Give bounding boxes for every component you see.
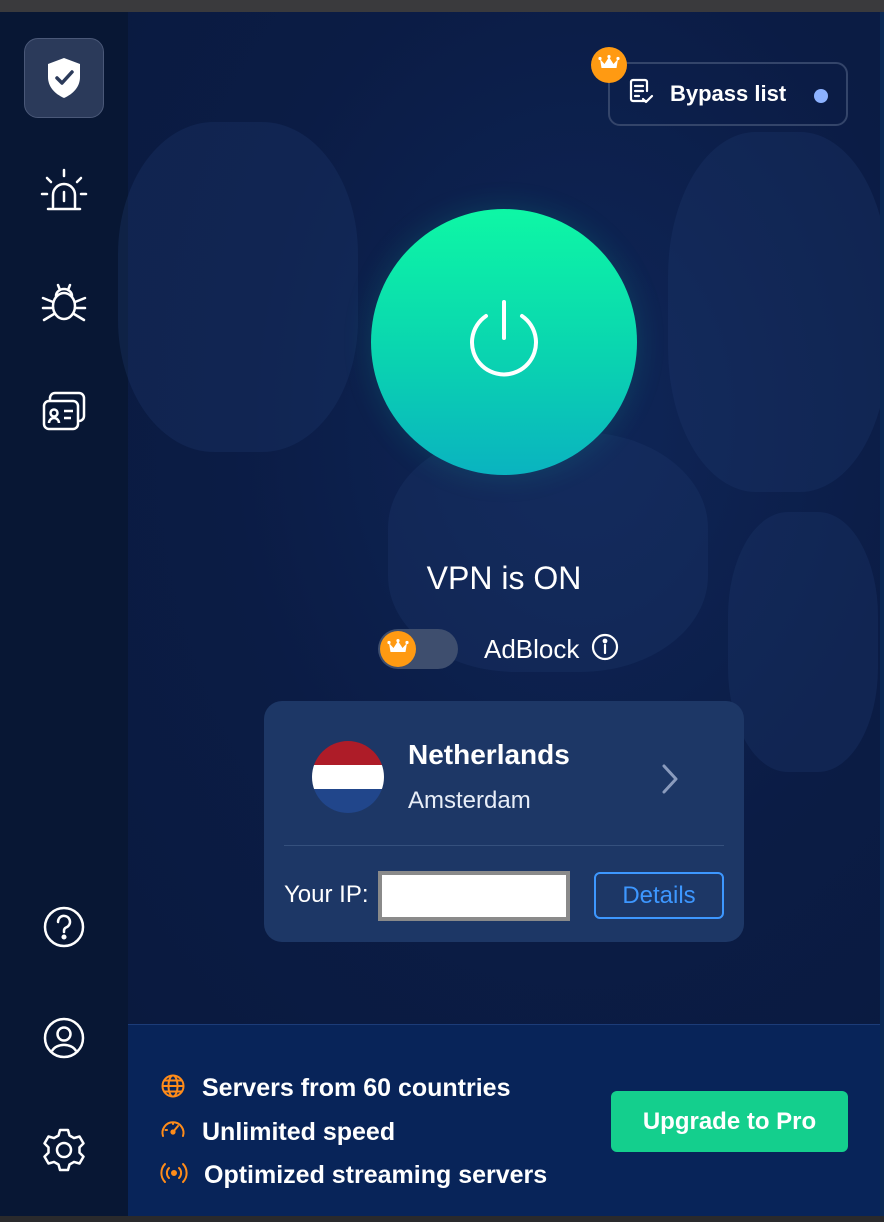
feature-text: Unlimited speed — [202, 1118, 396, 1146]
settings-icon — [40, 1126, 88, 1174]
vpn-extension-popup: Bypass list VPN is ON AdBlock Netherland… — [0, 12, 880, 1216]
adblock-toggle[interactable] — [378, 629, 458, 669]
world-map-background — [118, 122, 358, 452]
upgrade-promo-panel: Servers from 60 countries Unlimited spee… — [128, 1024, 880, 1216]
id-card-icon — [40, 389, 88, 435]
adblock-toggle-knob — [380, 631, 416, 667]
details-button[interactable]: Details — [594, 872, 724, 919]
sidebar-help-button[interactable] — [24, 887, 104, 967]
location-city: Amsterdam — [408, 787, 531, 814]
feature-text: Servers from 60 countries — [202, 1074, 511, 1102]
globe-icon — [160, 1073, 186, 1104]
alarm-icon — [39, 167, 89, 217]
feature-text: Optimized streaming servers — [204, 1161, 548, 1189]
world-map-background — [728, 512, 878, 772]
sidebar-item-malware[interactable] — [24, 263, 104, 343]
power-icon — [464, 298, 544, 387]
sidebar-settings-button[interactable] — [24, 1110, 104, 1190]
shield-check-icon — [45, 56, 83, 100]
ip-value-field — [378, 871, 570, 921]
bypass-list-button[interactable]: Bypass list — [608, 62, 848, 126]
feature-item: Unlimited speed — [160, 1117, 395, 1148]
window-edge — [880, 12, 884, 1216]
help-icon — [42, 905, 86, 949]
list-check-icon — [626, 77, 656, 112]
sidebar — [0, 12, 128, 1216]
bypass-list-label: Bypass list — [670, 81, 787, 106]
sidebar-item-alerts[interactable] — [24, 152, 104, 232]
crown-icon — [598, 54, 620, 76]
account-icon — [42, 1016, 86, 1060]
bug-icon — [39, 278, 89, 328]
upgrade-to-pro-button[interactable]: Upgrade to Pro — [611, 1091, 848, 1152]
location-country: Netherlands — [408, 739, 570, 770]
premium-badge — [591, 47, 627, 83]
crown-icon — [387, 638, 409, 660]
vpn-power-button[interactable] — [371, 209, 637, 475]
browser-top-bar — [0, 0, 884, 12]
browser-bottom-bar — [0, 1216, 884, 1222]
netherlands-flag-icon — [312, 741, 384, 813]
main-panel: Bypass list VPN is ON AdBlock Netherland… — [118, 12, 880, 1024]
feature-item: Servers from 60 countries — [160, 1073, 510, 1104]
adblock-row: AdBlock — [378, 629, 619, 669]
world-map-background — [668, 132, 880, 492]
chevron-right-icon[interactable] — [660, 763, 680, 800]
sidebar-item-identity[interactable] — [24, 372, 104, 452]
feature-item: Optimized streaming servers — [160, 1160, 547, 1191]
ip-label: Your IP: — [284, 881, 369, 908]
info-icon[interactable] — [591, 633, 619, 666]
adblock-label: AdBlock — [484, 633, 580, 664]
speedometer-icon — [160, 1117, 186, 1148]
card-divider — [284, 845, 724, 846]
location-card[interactable]: Netherlands Amsterdam Your IP: Details — [264, 701, 744, 942]
bypass-status-dot — [814, 89, 828, 103]
vpn-status-text: VPN is ON — [426, 560, 582, 596]
broadcast-icon — [160, 1160, 188, 1191]
sidebar-account-button[interactable] — [24, 998, 104, 1078]
sidebar-item-protection[interactable] — [24, 38, 104, 118]
